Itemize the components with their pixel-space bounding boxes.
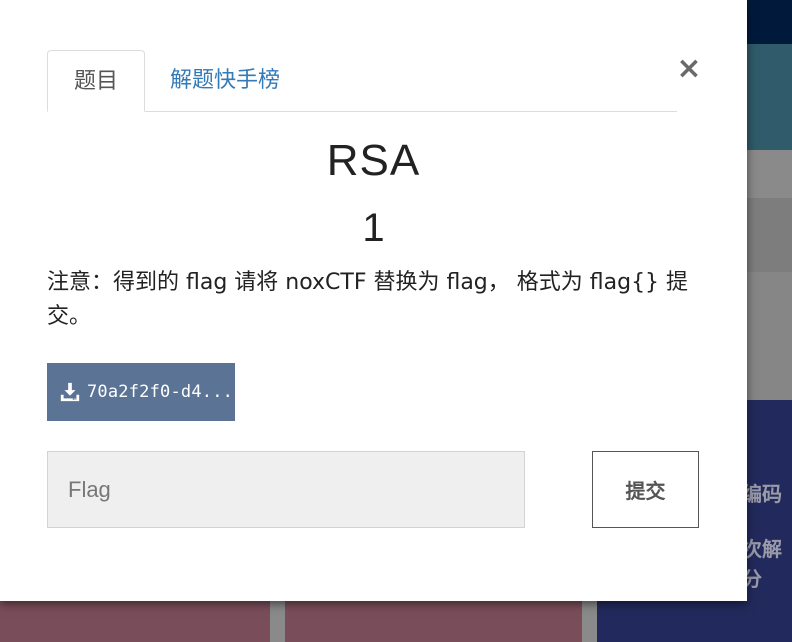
background-panel	[747, 150, 792, 198]
challenge-title: RSA	[326, 136, 421, 185]
tab-challenge[interactable]: 题目	[47, 50, 145, 112]
challenge-points: 1	[362, 206, 385, 250]
background-panel	[747, 44, 792, 150]
close-button[interactable]: ×	[676, 52, 702, 86]
background-gap	[270, 601, 285, 642]
download-icon	[60, 382, 80, 402]
modal-tabs: 题目 解题快手榜	[47, 50, 677, 112]
close-icon: ×	[676, 51, 702, 86]
download-file-button[interactable]: 70a2f2f0-d4...	[47, 363, 235, 421]
background-panel	[747, 198, 792, 272]
flag-input[interactable]	[47, 451, 525, 528]
background-text: 编码	[742, 482, 782, 506]
background-panel	[747, 272, 792, 400]
background-challenge-card	[285, 601, 582, 642]
challenge-modal: 题目 解题快手榜 × RSA 1 注意：得到的 flag 请将 noxCTF 替…	[0, 0, 747, 601]
submit-button[interactable]: 提交	[592, 451, 699, 528]
challenge-description: 注意：得到的 flag 请将 noxCTF 替换为 flag， 格式为 flag…	[47, 270, 689, 329]
background-challenge-card	[0, 601, 270, 642]
background-text: 次解	[742, 537, 782, 561]
background-gap	[582, 601, 597, 642]
download-file-label: 70a2f2f0-d4...	[87, 382, 234, 402]
tab-solves-leaderboard[interactable]: 解题快手榜	[170, 50, 280, 111]
